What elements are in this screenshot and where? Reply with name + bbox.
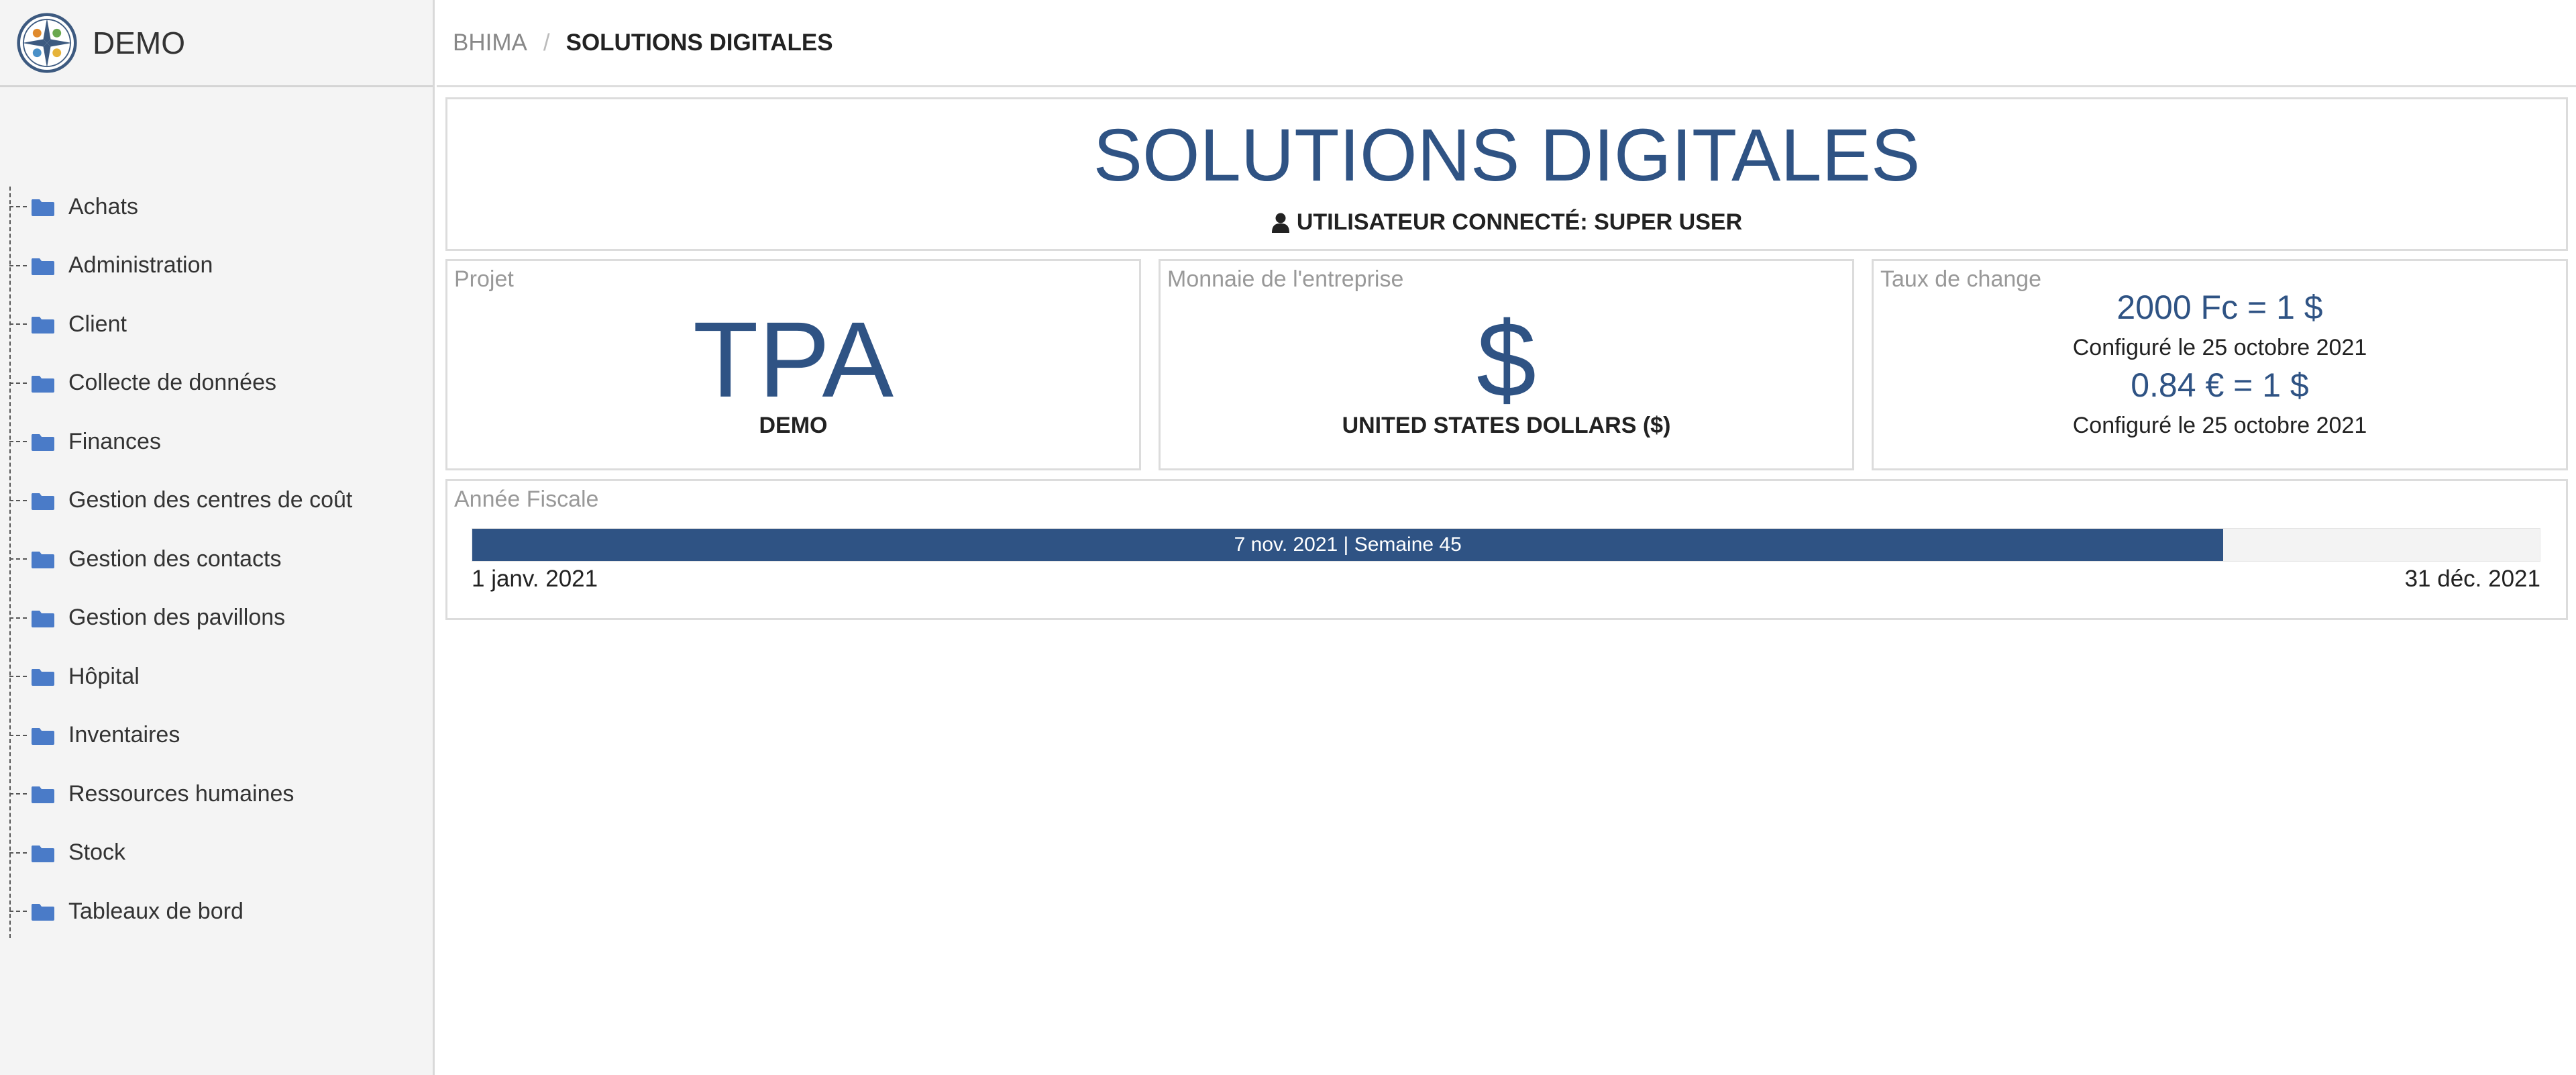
sidebar-item[interactable]: Gestion des centres de coût bbox=[9, 480, 352, 521]
tree-connector bbox=[9, 441, 27, 442]
sidebar-item[interactable]: Gestion des contacts bbox=[9, 539, 282, 579]
connected-user: UTILISATEUR CONNECTÉ: SUPER USER bbox=[447, 209, 2566, 236]
fiscal-year-start: 1 janv. 2021 bbox=[472, 566, 598, 592]
fiscal-year-progress-text: 7 nov. 2021 | Semaine 45 bbox=[1234, 533, 1462, 556]
breadcrumb-current: SOLUTIONS DIGITALES bbox=[566, 29, 833, 56]
tree-connector bbox=[9, 852, 27, 854]
sidebar-item-label: Ressources humaines bbox=[68, 780, 294, 807]
sidebar-item[interactable]: Tableaux de bord bbox=[9, 891, 244, 931]
folder-icon bbox=[31, 610, 54, 627]
folder-icon bbox=[31, 199, 54, 216]
sidebar-item[interactable]: Client bbox=[9, 304, 127, 344]
tree-connector bbox=[9, 206, 27, 207]
tree-connector bbox=[9, 911, 27, 912]
folder-icon bbox=[31, 845, 54, 862]
tree-connector bbox=[9, 558, 27, 560]
folder-icon bbox=[31, 669, 54, 686]
module-tree: Achats Administration Client Collecte de do… bbox=[0, 87, 433, 938]
sidebar-item[interactable]: Stock bbox=[9, 833, 125, 873]
sidebar-item-label: Gestion des contacts bbox=[68, 546, 282, 572]
exchange-rate-primary-date: Configuré le 25 octobre 2021 bbox=[2072, 335, 2367, 360]
sidebar-item[interactable]: Ressources humaines bbox=[9, 774, 294, 814]
compass-logo-icon bbox=[17, 12, 77, 73]
app-name: DEMO bbox=[93, 25, 185, 60]
sidebar-item[interactable]: Achats bbox=[9, 187, 138, 227]
breadcrumb-separator: / bbox=[543, 29, 550, 56]
tree-connector bbox=[9, 676, 27, 677]
tree-connector bbox=[9, 617, 27, 619]
fiscal-year-progress-fill: 7 nov. 2021 | Semaine 45 bbox=[472, 529, 2224, 561]
sidebar-item-label: Collecte de données bbox=[68, 370, 277, 395]
currency-card-label: Monnaie de l'entreprise bbox=[1167, 266, 1404, 292]
sidebar-item[interactable]: Finances bbox=[9, 421, 161, 462]
fiscal-year-end: 31 déc. 2021 bbox=[2404, 566, 2540, 592]
breadcrumb: BHIMA / SOLUTIONS DIGITALES bbox=[437, 0, 2576, 87]
sidebar-item[interactable]: Inventaires bbox=[9, 715, 180, 756]
folder-icon bbox=[31, 493, 54, 510]
tree-connector bbox=[9, 793, 27, 795]
tree-connector bbox=[9, 734, 27, 736]
fiscal-year-panel: Année Fiscale 7 nov. 2021 | Semaine 45 1… bbox=[445, 479, 2568, 620]
fiscal-year-progress: 7 nov. 2021 | Semaine 45 bbox=[472, 528, 2540, 562]
sidebar-item[interactable]: Gestion des pavillons bbox=[9, 598, 285, 638]
project-card: Projet TPA DEMO bbox=[445, 259, 1141, 470]
tree-connector bbox=[9, 382, 27, 384]
sidebar-item-label: Gestion des centres de coût bbox=[68, 487, 353, 513]
fiscal-year-label: Année Fiscale bbox=[454, 487, 599, 512]
tree-connector bbox=[9, 323, 27, 325]
folder-icon bbox=[31, 552, 54, 568]
breadcrumb-root[interactable]: BHIMA bbox=[453, 30, 527, 56]
exchange-rate-secondary-date: Configuré le 25 octobre 2021 bbox=[2072, 413, 2367, 438]
project-abbreviation: TPA bbox=[692, 299, 894, 419]
sidebar-item-label: Gestion des pavillons bbox=[68, 605, 286, 630]
sidebar-item[interactable]: Hôpital bbox=[9, 656, 140, 697]
sidebar: DEMO Achats Administration Client Collecte … bbox=[0, 0, 435, 1075]
sidebar-item[interactable]: Administration bbox=[9, 246, 213, 286]
tree-connector bbox=[9, 499, 27, 501]
brand[interactable]: DEMO bbox=[0, 0, 433, 87]
folder-icon bbox=[31, 727, 54, 745]
exchange-rate-card: Taux de change 2000 Fc = 1 $ Configuré l… bbox=[1872, 259, 2568, 470]
user-icon bbox=[1271, 213, 1289, 233]
tree-connector bbox=[9, 264, 27, 266]
currency-symbol: $ bbox=[1477, 299, 1536, 419]
folder-icon bbox=[31, 317, 54, 334]
enterprise-title: SOLUTIONS DIGITALES bbox=[1093, 114, 1921, 197]
folder-icon bbox=[31, 375, 54, 393]
folder-icon bbox=[31, 258, 54, 275]
folder-icon bbox=[31, 434, 54, 451]
sidebar-item-label: Administration bbox=[68, 252, 213, 278]
sidebar-item[interactable]: Collecte de données bbox=[9, 363, 276, 403]
exchange-rate-secondary: 0.84 € = 1 $ bbox=[2131, 366, 2309, 404]
currency-name: UNITED STATES DOLLARS ($) bbox=[1342, 413, 1671, 438]
sidebar-item-label: Tableaux de bord bbox=[68, 898, 244, 924]
folder-icon bbox=[31, 786, 54, 803]
sidebar-item-label: Finances bbox=[68, 428, 161, 454]
project-card-label: Projet bbox=[454, 266, 514, 292]
sidebar-item-label: Hôpital bbox=[68, 663, 140, 689]
folder-icon bbox=[31, 904, 54, 921]
sidebar-item-label: Client bbox=[68, 311, 127, 337]
sidebar-item-label: Achats bbox=[68, 193, 138, 219]
project-name: DEMO bbox=[759, 413, 828, 438]
exchange-rate-primary: 2000 Fc = 1 $ bbox=[2116, 289, 2323, 326]
currency-card: Monnaie de l'entreprise $ UNITED STATES … bbox=[1159, 259, 1854, 470]
sidebar-item-label: Stock bbox=[68, 839, 126, 865]
sidebar-item-label: Inventaires bbox=[68, 722, 180, 748]
enterprise-panel: SOLUTIONS DIGITALES UTILISATEUR CONNECTÉ… bbox=[445, 97, 2568, 251]
connected-user-text: UTILISATEUR CONNECTÉ: SUPER USER bbox=[1296, 209, 1743, 235]
